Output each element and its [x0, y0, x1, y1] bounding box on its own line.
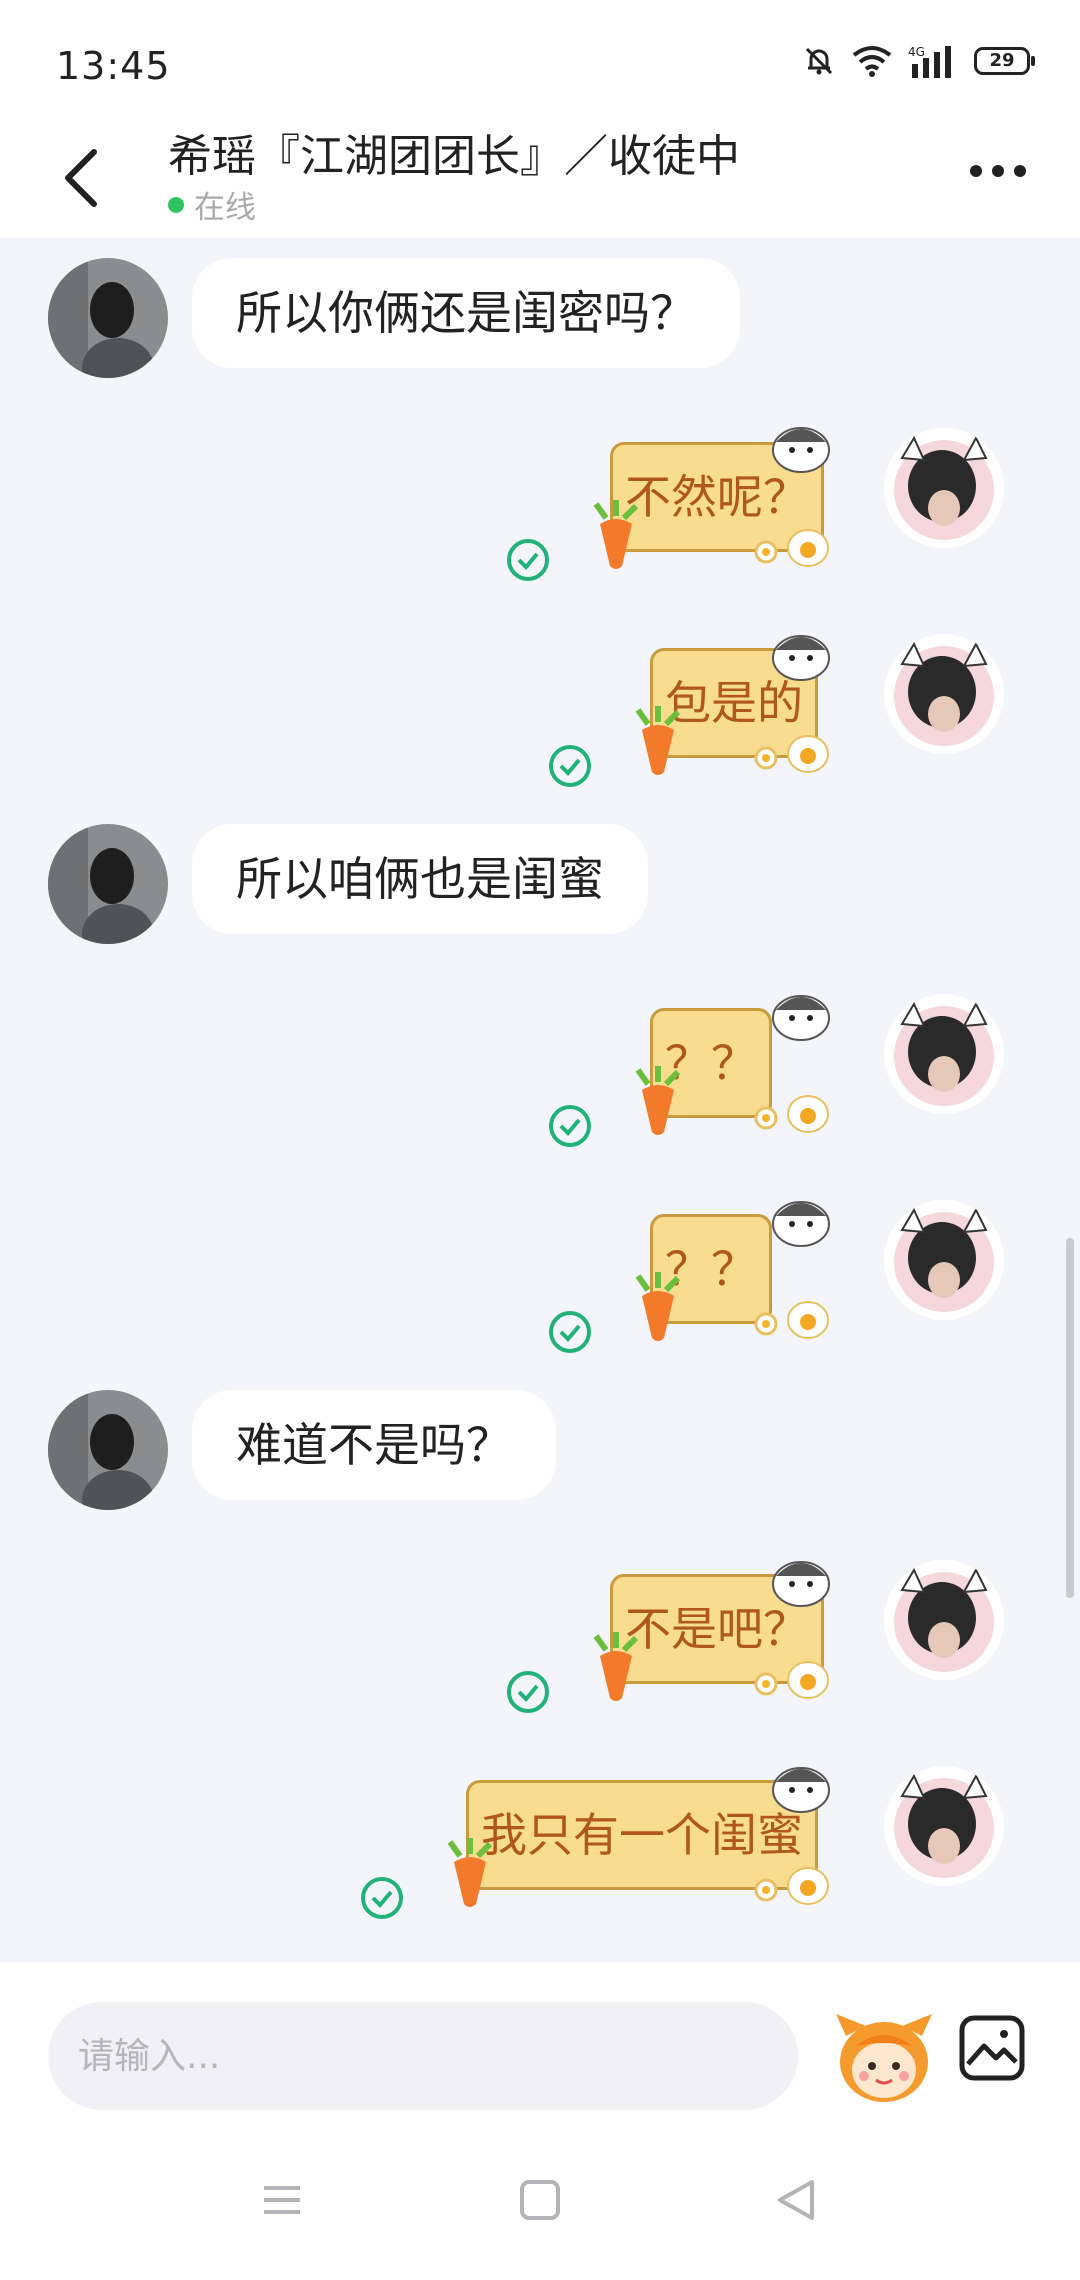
message-bubble-incoming[interactable]: 所以你俩还是闺密吗？ — [192, 258, 740, 368]
cat-sticker-icon — [772, 1201, 830, 1247]
my-avatar[interactable] — [884, 994, 1004, 1114]
cat-sticker-icon — [772, 1767, 830, 1813]
check-circle-icon — [507, 539, 549, 581]
message-input[interactable] — [48, 2002, 798, 2110]
my-avatar[interactable] — [884, 1766, 1004, 1886]
wifi-icon — [852, 46, 892, 77]
image-button[interactable] — [958, 2014, 1026, 2082]
battery-icon: 29 — [974, 47, 1035, 75]
carrot-icon — [593, 500, 639, 569]
scrollbar[interactable] — [1066, 1238, 1074, 1598]
cat-sticker-icon — [772, 1561, 830, 1607]
image-icon — [959, 2015, 1025, 2081]
chat-title[interactable]: 希瑶『江湖团团长』／收徒中 — [168, 120, 740, 184]
my-avatar[interactable] — [884, 1560, 1004, 1680]
carrot-icon — [635, 706, 681, 775]
message-bubble-incoming[interactable]: 难道不是吗？ — [192, 1390, 556, 1500]
check-circle-icon — [507, 1671, 549, 1713]
mascot-button[interactable] — [832, 2006, 936, 2106]
online-status: 在线 — [168, 182, 256, 227]
home-square-icon[interactable] — [516, 2176, 564, 2224]
mascot-icon — [836, 2014, 932, 2102]
flower-egg-icon — [754, 1661, 829, 1699]
flower-egg-icon — [754, 735, 829, 773]
check-circle-icon — [361, 1877, 403, 1919]
online-status-label: 在线 — [194, 190, 256, 226]
contact-avatar[interactable] — [48, 258, 168, 378]
online-dot — [168, 196, 184, 213]
contact-avatar[interactable] — [48, 1390, 168, 1510]
system-nav-bar — [0, 2118, 1080, 2280]
chat-header: 希瑶『江湖团团长』／收徒中 在线 — [0, 120, 1080, 238]
carrot-icon — [593, 1632, 639, 1701]
status-icons: 4G 29 — [802, 44, 1035, 78]
more-dots-icon — [970, 165, 982, 177]
carrot-icon — [447, 1838, 493, 1907]
input-bar — [0, 1962, 1080, 2118]
menu-icon[interactable] — [258, 2176, 306, 2224]
contact-avatar[interactable] — [48, 824, 168, 944]
cat-sticker-icon — [772, 995, 830, 1041]
status-time: 13:45 — [56, 44, 171, 88]
carrot-icon — [635, 1066, 681, 1135]
my-avatar[interactable] — [884, 1200, 1004, 1320]
svg-text:4G: 4G — [908, 45, 925, 59]
chat-message-list[interactable]: 所以你俩还是闺密吗？ 不然呢？ 包是的 所以咱俩也是闺蜜 ？？ ？？ 难道不是吗… — [0, 238, 1080, 1962]
cat-sticker-icon — [772, 427, 830, 473]
status-bar: 13:45 4G 29 — [0, 0, 1080, 120]
check-circle-icon — [549, 1105, 591, 1147]
flower-egg-icon — [754, 1867, 829, 1905]
flower-egg-icon — [754, 529, 829, 567]
check-circle-icon — [549, 1311, 591, 1353]
flower-egg-icon — [754, 1095, 829, 1133]
chevron-left-icon — [65, 149, 97, 207]
my-avatar[interactable] — [884, 634, 1004, 754]
cat-sticker-icon — [772, 635, 830, 681]
more-button[interactable] — [970, 156, 1030, 186]
check-circle-icon — [549, 745, 591, 787]
signal-icon: 4G — [908, 45, 951, 78]
back-triangle-icon[interactable] — [772, 2176, 820, 2224]
message-bubble-incoming[interactable]: 所以咱俩也是闺蜜 — [192, 824, 648, 934]
bell-off-icon — [805, 47, 833, 75]
my-avatar[interactable] — [884, 428, 1004, 548]
back-button[interactable] — [54, 140, 114, 210]
flower-egg-icon — [754, 1301, 829, 1339]
carrot-icon — [635, 1272, 681, 1341]
